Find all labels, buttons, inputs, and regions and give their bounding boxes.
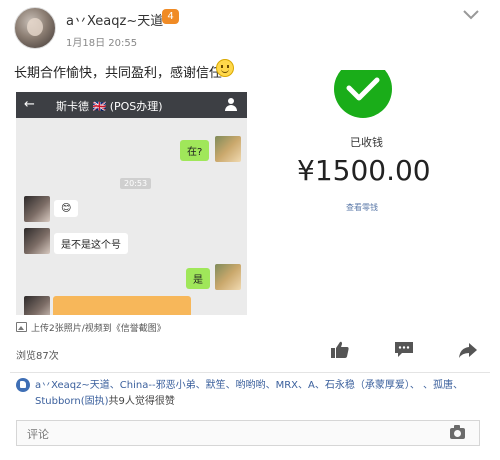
comment-icon[interactable] xyxy=(394,341,414,359)
chat-avatar-other xyxy=(24,296,50,315)
chat-bubble-received: 是不是这个号 xyxy=(54,233,128,254)
back-arrow-icon: ← xyxy=(24,97,35,112)
divider xyxy=(10,372,490,373)
chat-avatar-self xyxy=(215,264,241,290)
thumbs-up-icon[interactable] xyxy=(330,341,350,359)
chat-avatar-self xyxy=(215,136,241,162)
chat-screenshot-image[interactable]: ← 斯卡德 🇬🇧 (POS办理) 在? 20:53 😊 是不是这个号 是 xyxy=(16,92,247,315)
comment-placeholder: 评论 xyxy=(27,428,49,441)
chevron-down-icon[interactable] xyxy=(462,8,480,22)
post-timestamp: 1月18日 20:55 xyxy=(66,38,138,49)
picture-icon xyxy=(16,322,27,332)
like-badge-icon xyxy=(16,378,30,392)
likes-count: 共9人觉得很赞 xyxy=(108,396,175,407)
view-balance-link[interactable]: 查看零钱 xyxy=(346,202,378,213)
chat-time: 20:53 xyxy=(120,178,152,189)
likes-list[interactable]: a丷Xeaqz~天道、China--邪恶小弟、默笙、哟哟哟、MRX、A、石永稳（… xyxy=(35,378,475,410)
person-icon xyxy=(225,98,237,112)
view-count: 浏览87次 xyxy=(16,351,59,362)
chat-bubble-received: 😊 xyxy=(54,200,79,217)
attachment-note[interactable]: 上传2张照片/视频到《信誉截图》 xyxy=(31,321,166,334)
chat-bubble-sent: 是 xyxy=(186,268,210,289)
chat-bubble-sent: 在? xyxy=(180,140,210,161)
liker-names[interactable]: a丷Xeaqz~天道、China--邪恶小弟、默笙、哟哟哟、MRX、A、石永稳（… xyxy=(35,380,463,407)
share-icon[interactable] xyxy=(458,341,478,359)
check-circle-icon xyxy=(334,70,392,118)
payment-amount: ¥1500.00 xyxy=(297,154,431,187)
post-text: 长期合作愉快，共同盈利，感谢信任 xyxy=(14,66,223,81)
author-avatar[interactable] xyxy=(14,7,56,49)
comment-input[interactable]: 评论 xyxy=(16,420,480,446)
level-badge-icon: 4 xyxy=(162,9,179,24)
payment-status: 已收钱 xyxy=(350,136,383,149)
smile-icon xyxy=(216,59,234,77)
camera-icon[interactable] xyxy=(450,425,465,439)
chat-header: ← 斯卡德 🇬🇧 (POS办理) xyxy=(16,92,247,118)
chat-avatar-other xyxy=(24,196,50,222)
author-name[interactable]: a丷Xeaqz~天道 xyxy=(66,10,163,29)
chat-title: 斯卡德 🇬🇧 (POS办理) xyxy=(56,100,163,113)
chat-avatar-other xyxy=(24,228,50,254)
transfer-card xyxy=(53,296,191,315)
